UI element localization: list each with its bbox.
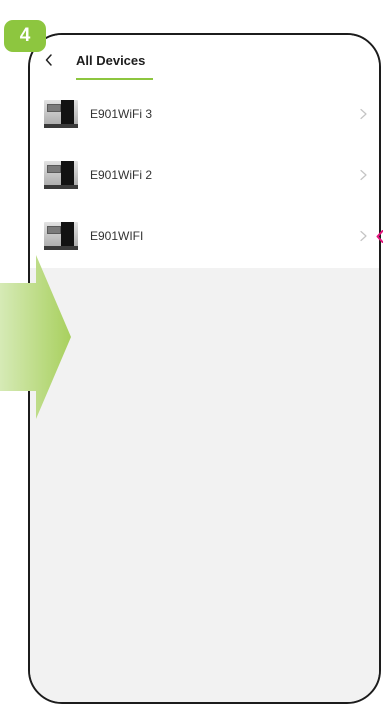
device-name: E901WIFI	[90, 228, 144, 243]
device-list-panel: All Devices E901WiFi 3 E901WiFi 2 E901WI…	[30, 35, 379, 268]
thermostat-controller-icon	[44, 98, 78, 130]
device-name: E901WiFi 3	[90, 106, 153, 121]
device-list: E901WiFi 3 E901WiFi 2 E901WIFI	[30, 83, 379, 266]
title-underline	[76, 78, 153, 80]
device-row-e901wifi-2[interactable]: E901WiFi 2	[30, 144, 379, 205]
device-row-e901wifi-3[interactable]: E901WiFi 3	[30, 83, 379, 144]
phone-frame: All Devices E901WiFi 3 E901WiFi 2 E901WI…	[28, 33, 381, 704]
empty-list-area	[30, 268, 379, 702]
chevron-right-icon	[360, 169, 367, 180]
right-arrow-icon	[0, 255, 71, 419]
thermostat-controller-icon	[44, 220, 78, 252]
chevron-left-icon	[45, 54, 52, 66]
chevron-right-icon	[360, 230, 367, 241]
pointer-arrow-icon	[376, 230, 383, 243]
header: All Devices	[30, 35, 379, 83]
device-row-e901wifi[interactable]: E901WIFI	[30, 205, 379, 266]
step-number-badge: 4	[4, 20, 46, 52]
chevron-right-icon	[360, 108, 367, 119]
page-title: All Devices	[76, 53, 146, 68]
thermostat-controller-icon	[44, 159, 78, 191]
back-button[interactable]	[42, 52, 54, 68]
device-name: E901WiFi 2	[90, 167, 153, 182]
